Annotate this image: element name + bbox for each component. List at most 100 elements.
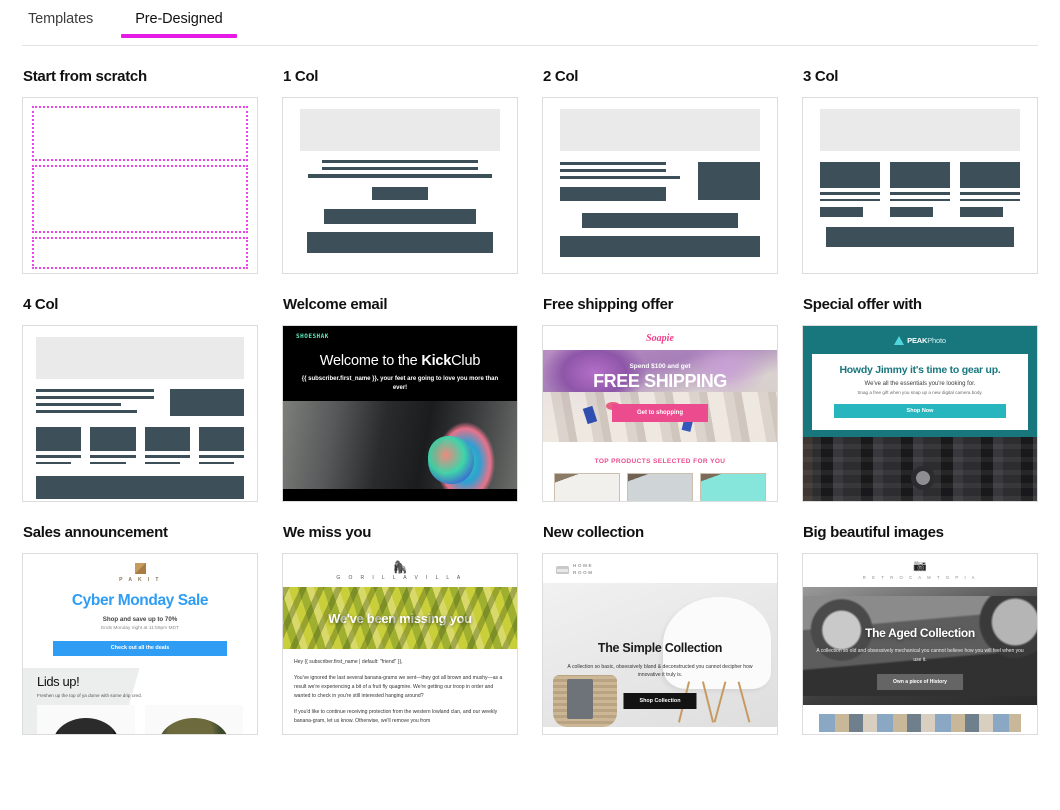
brand-name: R E T R O C A M T O P I A [862, 575, 978, 580]
card-title: New collection [543, 524, 644, 541]
template-thumbnail-special-offer[interactable]: PEAKPhoto Howdy Jimmy it's time to gear … [802, 325, 1038, 502]
camera-icon: 📷 [913, 560, 927, 572]
tab-templates[interactable]: Templates [22, 0, 99, 27]
card-title: Sales announcement [23, 524, 168, 541]
template-thumbnail-welcome-email[interactable]: SHOESHAK Welcome to the KickClub {{ subs… [282, 325, 518, 502]
product-thumbnail [145, 705, 243, 734]
template-thumbnail-new-collection[interactable]: HOME ROOM The Simple Collection A collec… [542, 553, 778, 735]
template-card-welcome-email: Welcome email SHOESHAK Welcome to the Ki… [282, 274, 518, 502]
wireframe-column [36, 427, 82, 464]
wireframe-image-block [90, 427, 136, 451]
scratch-drop-zone[interactable] [32, 237, 248, 269]
card-title: 1 Col [283, 68, 319, 85]
email-cta-button: Shop Collection [623, 692, 697, 709]
template-card-big-beautiful-images: Big beautiful images 📷 R E T R O C A M T… [802, 502, 1038, 735]
brand-name-light: Photo [927, 336, 946, 345]
template-thumbnail-2-col[interactable] [542, 97, 778, 274]
card-title: Start from scratch [23, 68, 147, 85]
wireframe-text-line [198, 461, 235, 464]
template-card-1-col: 1 Col [282, 68, 518, 274]
product-thumbnail [554, 473, 620, 501]
template-thumbnail-start-from-scratch[interactable] [22, 97, 258, 274]
email-subtext: We've all the essentials you're looking … [864, 381, 976, 387]
wireframe-column [144, 427, 190, 464]
wireframe-footer-block [826, 227, 1014, 247]
wireframe-3col [803, 98, 1037, 273]
wireframe-column [560, 162, 680, 201]
email-hero-photo [283, 401, 517, 489]
brand-logo-homeroom: HOME ROOM [543, 554, 777, 576]
email-secondary-section: Lids up! Freshen up the top of ya dome w… [23, 668, 257, 734]
email-hero-photo [803, 437, 1037, 501]
email-subtext: Shop and save up to 70% [102, 616, 178, 623]
wireframe-text-line [198, 455, 244, 458]
template-thumbnail-4-col[interactable] [22, 325, 258, 502]
email-headline: The Aged Collection [865, 625, 975, 640]
wireframe-column [820, 162, 880, 217]
wireframe-text-line [820, 192, 880, 195]
email-pretitle: Spend $100 and get [629, 363, 691, 370]
card-title: 4 Col [23, 296, 59, 313]
email-headline: Cyber Monday Sale [71, 592, 209, 609]
wireframe-text-line [90, 455, 136, 458]
email-subtext-secondary: Snag a free gift when you snap up a new … [857, 390, 983, 395]
template-card-special-offer: Special offer with PEAKPhoto Howdy Jimmy… [802, 274, 1038, 502]
wireframe-text-line [560, 162, 666, 165]
template-thumbnail-big-beautiful-images[interactable]: 📷 R E T R O C A M T O P I A The Aged Col… [802, 553, 1038, 735]
brand-name: PEAKPhoto [907, 336, 946, 345]
template-card-new-collection: New collection HOME ROOM The Simple Coll… [542, 502, 778, 735]
brand-logo-peakphoto: PEAKPhoto [812, 334, 1028, 347]
scratch-drop-zone[interactable] [32, 106, 248, 161]
tab-pre-designed[interactable]: Pre-Designed [121, 0, 238, 38]
tabbar-divider [22, 45, 1038, 46]
wireframe-column [960, 162, 1020, 217]
email-content-card: Howdy Jimmy it's time to gear up. We've … [812, 354, 1028, 430]
product-thumbnail [627, 473, 693, 501]
template-card-3-col: 3 Col [802, 68, 1038, 274]
template-card-sales-announcement: Sales announcement P A K I T Cyber Monda… [22, 502, 258, 735]
template-thumbnail-we-miss-you[interactable]: 🦍 G O R I L L A V I L L A We've been mis… [282, 553, 518, 735]
email-cta-button: Get to shopping [612, 403, 708, 422]
wireframe-1col [283, 98, 517, 273]
wireframe-text-line [36, 396, 154, 399]
email-headline: The Simple Collection [597, 640, 723, 655]
email-cta-button: Shop Now [834, 404, 1006, 418]
package-box-icon [134, 563, 146, 574]
template-thumbnail-sales-announcement[interactable]: P A K I T Cyber Monday Sale Shop and sav… [22, 553, 258, 735]
wireframe-image-block [698, 162, 760, 200]
wireframe-column [36, 389, 154, 417]
wireframe-image-block [198, 427, 244, 451]
wireframe-text-line [36, 389, 154, 392]
email-section-heading: Lids up! [37, 674, 80, 689]
wireframe-intro-row [36, 389, 244, 417]
card-title: Big beautiful images [803, 524, 944, 541]
wireframe-column [198, 427, 244, 464]
template-thumbnail-1-col[interactable] [282, 97, 518, 274]
wireframe-text-line [322, 160, 478, 163]
wireframe-text-line [560, 169, 666, 172]
template-tabbar: Templates Pre-Designed [0, 0, 1060, 46]
template-thumbnail-3-col[interactable] [802, 97, 1038, 274]
email-hero-banner: The Aged Collection A collection so old … [803, 587, 1037, 705]
template-grid: Start from scratch 1 Col 2 Col 3 Col 4 C… [0, 68, 1060, 735]
brand-name: G O R I L L A V I L L A [336, 575, 464, 581]
wireframe-footer-block [36, 476, 244, 499]
email-image-strip [819, 714, 1021, 732]
wireframe-text-line [144, 455, 190, 458]
wireframe-header-block [560, 109, 760, 151]
email-body-paragraph: You've ignored the last several banana-g… [294, 674, 503, 699]
brand-name: P A K I T [119, 577, 161, 583]
wireframe-button-block [560, 187, 666, 201]
card-title: We miss you [283, 524, 372, 541]
email-product-row [23, 698, 257, 734]
brand-name: HOME ROOM [573, 563, 594, 576]
wireframe-button-block [372, 187, 428, 200]
email-subtext: A collection so basic, obsessively bland… [567, 663, 753, 679]
card-title: Welcome email [283, 296, 388, 313]
scratch-drop-zone[interactable] [32, 165, 248, 233]
wireframe-columns [560, 162, 760, 201]
template-thumbnail-free-shipping-offer[interactable]: Soapie Spend $100 and get FREE SHIPPING … [542, 325, 778, 502]
scratch-layout [23, 98, 257, 273]
email-subtext: A collection so old and obsessively mech… [816, 648, 1024, 663]
wireframe-image-block [960, 162, 1020, 188]
